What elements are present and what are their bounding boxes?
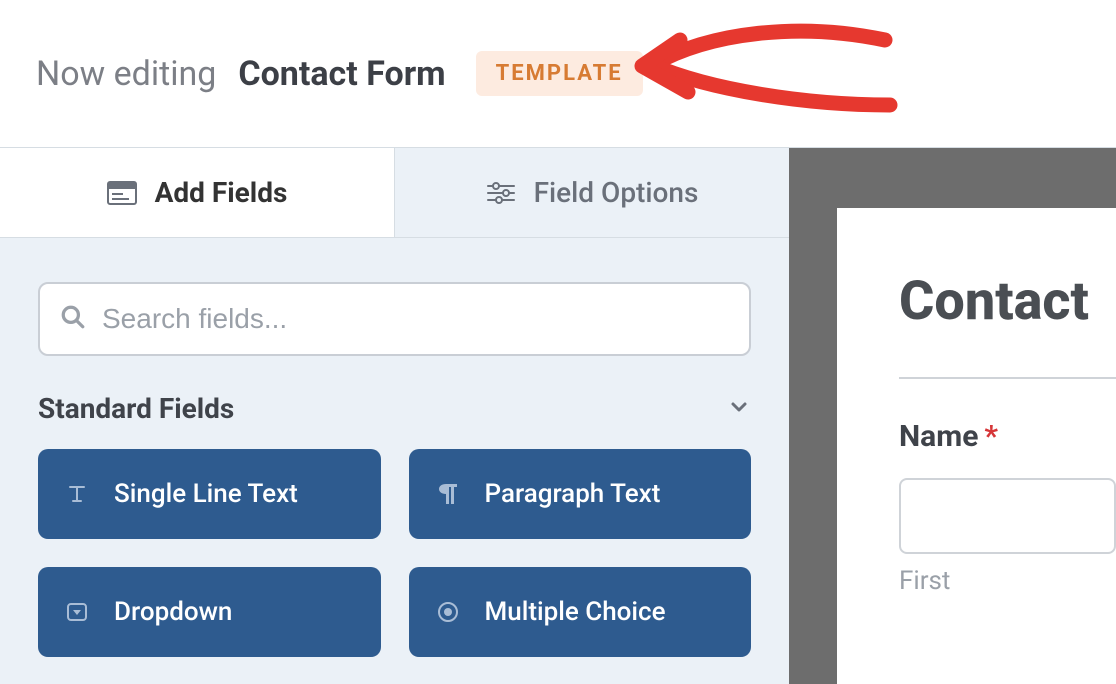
field-single-line-text[interactable]: Single Line Text (38, 449, 381, 539)
text-icon (62, 482, 92, 506)
required-asterisk: * (984, 419, 998, 454)
first-sublabel: First (899, 566, 1116, 596)
field-paragraph-text[interactable]: Paragraph Text (409, 449, 752, 539)
divider (899, 377, 1116, 379)
header-prefix: Now editing (36, 54, 216, 94)
form-name[interactable]: Contact Form (238, 54, 445, 94)
field-dropdown[interactable]: Dropdown (38, 567, 381, 657)
field-label: Multiple Choice (485, 597, 666, 627)
standard-fields-grid: Single Line Text Paragraph Text Dropdown (38, 449, 751, 657)
chevron-down-icon (727, 395, 751, 423)
form-preview-title: Contact (899, 270, 1116, 333)
sidebar-tabs: Add Fields Field Options (0, 148, 789, 238)
field-label: Dropdown (114, 597, 232, 627)
form-preview-panel: Contact Name* First (837, 208, 1116, 684)
tab-field-options-label: Field Options (534, 176, 699, 209)
add-fields-icon (107, 181, 137, 205)
form-canvas: Contact Name* First (789, 148, 1116, 684)
field-options-icon (486, 180, 516, 206)
tab-add-fields-label: Add Fields (155, 176, 288, 209)
standard-fields-header[interactable]: Standard Fields (38, 392, 751, 425)
radio-icon (433, 600, 463, 624)
annotation-arrow (600, 10, 920, 150)
dropdown-icon (62, 600, 92, 624)
tab-field-options[interactable]: Field Options (395, 148, 789, 237)
paragraph-icon (433, 482, 463, 506)
tab-add-fields[interactable]: Add Fields (0, 148, 395, 237)
search-icon (60, 304, 86, 334)
header-bar: Now editing Contact Form TEMPLATE (0, 0, 1116, 147)
builder-sidebar: Add Fields Field Options (0, 148, 789, 684)
standard-fields-title: Standard Fields (38, 392, 234, 425)
workspace: Add Fields Field Options (0, 147, 1116, 684)
template-badge: TEMPLATE (476, 51, 643, 96)
search-input[interactable] (102, 303, 729, 335)
first-name-input[interactable] (899, 478, 1116, 554)
field-label: Single Line Text (114, 479, 298, 509)
name-field-label: Name* (899, 419, 1116, 454)
field-multiple-choice[interactable]: Multiple Choice (409, 567, 752, 657)
field-label: Paragraph Text (485, 479, 661, 509)
label-text: Name (899, 419, 978, 454)
search-box[interactable] (38, 282, 751, 356)
